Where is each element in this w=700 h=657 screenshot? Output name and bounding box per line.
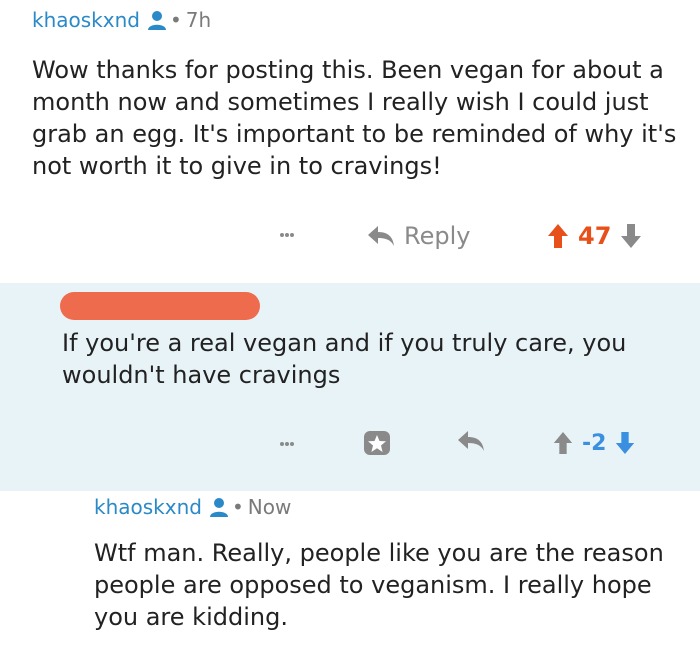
reply-button[interactable]: Reply bbox=[366, 218, 470, 254]
timestamp: Now bbox=[247, 495, 292, 519]
reply-arrow-icon bbox=[458, 431, 484, 451]
author-name[interactable]: khaoskxnd bbox=[94, 495, 202, 519]
downvote-icon[interactable] bbox=[619, 222, 643, 250]
separator-dot: • bbox=[231, 495, 244, 519]
upvote-icon[interactable] bbox=[546, 222, 570, 250]
reply-button[interactable] bbox=[456, 429, 486, 453]
reply-label: Reply bbox=[404, 222, 471, 250]
reply-arrow-icon bbox=[368, 226, 394, 246]
timestamp: 7h bbox=[185, 8, 212, 32]
comment-text: Wtf man. Really, people like you are the… bbox=[94, 539, 664, 631]
more-options-icon[interactable] bbox=[280, 220, 294, 250]
more-options-icon[interactable] bbox=[280, 429, 294, 459]
author-name[interactable]: khaoskxnd bbox=[32, 8, 140, 32]
upvote-icon[interactable] bbox=[552, 430, 574, 456]
comment-2: If you're a real vegan and if you truly … bbox=[0, 283, 700, 491]
vote-score: 47 bbox=[578, 222, 612, 250]
downvote-icon[interactable] bbox=[614, 430, 636, 456]
user-icon bbox=[147, 11, 166, 30]
comment-1: khaoskxnd • 7h Wow thanks for posting th… bbox=[0, 0, 700, 283]
redacted-author bbox=[60, 292, 260, 320]
comment-text: If you're a real vegan and if you truly … bbox=[62, 329, 627, 389]
separator-dot: • bbox=[169, 8, 182, 32]
user-icon bbox=[209, 498, 228, 517]
save-star-button[interactable] bbox=[362, 427, 392, 459]
star-badge-icon bbox=[364, 431, 390, 455]
comment-text: Wow thanks for posting this. Been vegan … bbox=[32, 56, 677, 180]
comment-3: khaoskxnd • Now Wtf man. Really, people … bbox=[0, 491, 700, 657]
vote-controls: -2 bbox=[552, 427, 636, 459]
comment-meta: khaoskxnd • 7h bbox=[32, 8, 211, 32]
vote-score: -2 bbox=[582, 430, 607, 456]
comment-meta: khaoskxnd • Now bbox=[94, 495, 291, 519]
vote-controls: 47 bbox=[546, 218, 643, 254]
